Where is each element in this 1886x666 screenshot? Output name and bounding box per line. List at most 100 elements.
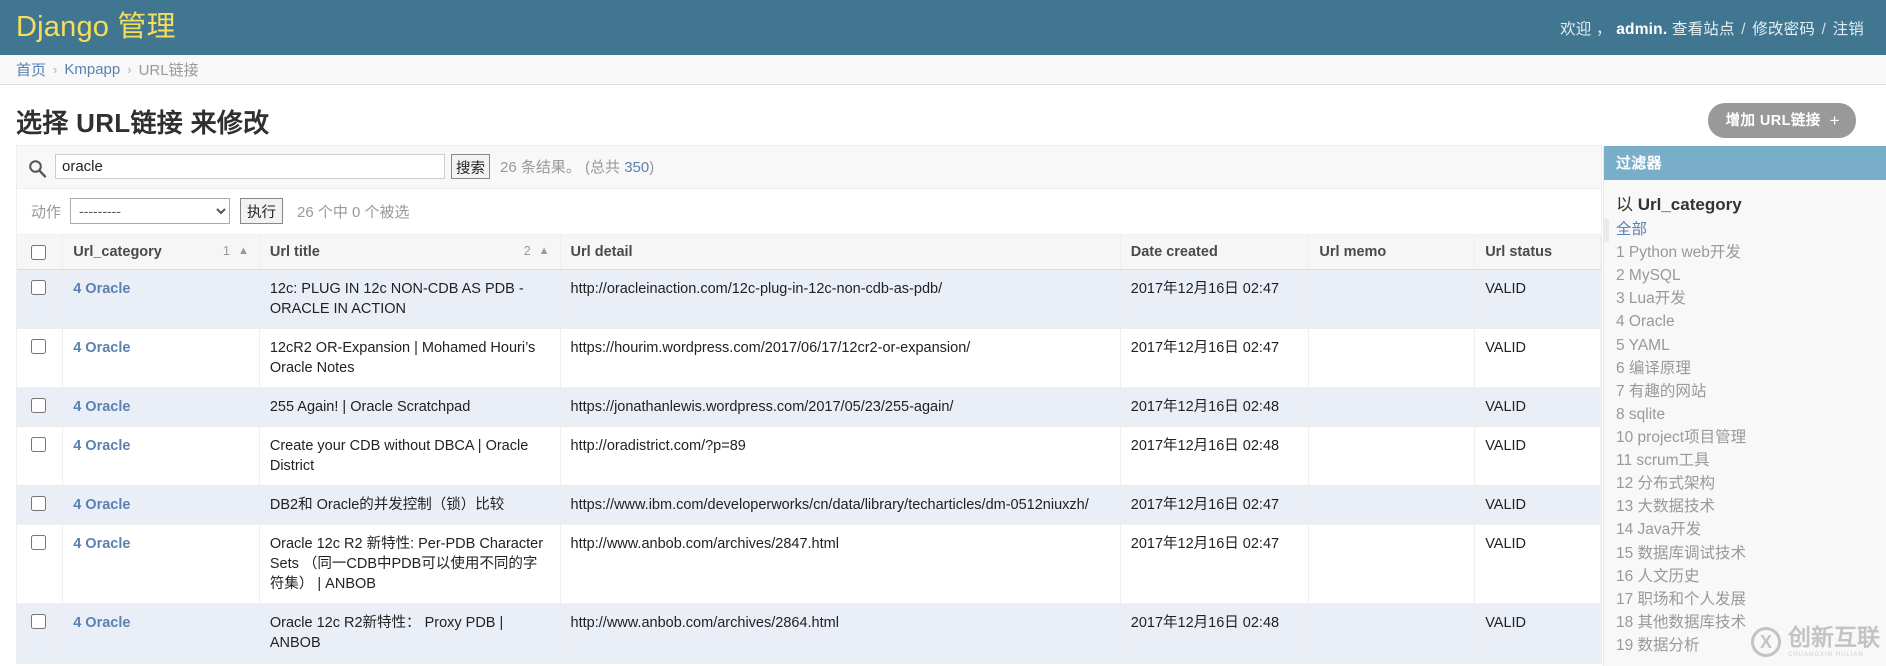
cell-url-status: VALID [1474,603,1601,663]
search-icon [27,158,47,178]
filter-option-link[interactable]: 8 sqlite [1616,404,1886,427]
change-password-link[interactable]: 修改密码 [1752,21,1815,38]
cell-url-status: VALID [1474,387,1601,427]
row-select-cell [17,387,64,427]
column-label-url-category[interactable]: Url_category [73,244,162,260]
column-header-url-status[interactable]: Url status [1474,235,1601,270]
add-url-link-button[interactable]: 增加 URL链接 + [1707,103,1856,138]
filter-option: 2 MySQL [1604,265,1886,288]
url-category-link[interactable]: 4 Oracle [73,281,130,297]
page-root: Django 管理 欢迎 ， admin. 查看站点 / 修改密码 / 注销 首… [0,0,1886,666]
filter-option: 13 大数据技术 [1604,496,1886,519]
cell-url-detail: https://hourim.wordpress.com/2017/06/17/… [560,328,1121,388]
filter-option: 3 Lua开发 [1604,288,1886,311]
sort-asc-icon-2[interactable]: ▲ [533,244,550,257]
select-all-checkbox[interactable] [31,245,46,260]
results-table-head: ▲ 1 Url_category ▲ 2 Url title Url detai… [17,235,1601,270]
cell-url-detail: http://oradistrict.com/?p=89 [560,426,1121,486]
cell-url-memo [1308,603,1476,663]
cell-url-title: Oracle 12c R2 新特性: Per-PDB Character Set… [259,524,561,604]
search-input[interactable] [55,154,445,179]
table-row: 4 Oracle 255 Again! | Oracle Scratchpad ht… [17,387,1601,427]
filter-option-link[interactable]: 5 YAML [1616,335,1886,358]
filter-option-link[interactable]: 13 大数据技术 [1616,496,1886,519]
filter-option-link[interactable]: 4 Oracle [1616,311,1886,334]
row-select-checkbox[interactable] [31,280,46,295]
filter-option-link[interactable]: 7 有趣的网站 [1616,381,1886,404]
column-header-url-detail[interactable]: Url detail [560,235,1121,270]
cell-url-detail: https://www.ibm.com/developerworks/cn/da… [560,485,1121,525]
plus-icon: + [1829,111,1840,130]
row-select-cell [17,328,64,388]
column-header-url-title[interactable]: ▲ 2 Url title [259,235,561,270]
cell-date-created: 2017年12月16日 02:48 [1120,603,1310,663]
url-category-link[interactable]: 4 Oracle [73,615,130,631]
filter-option-link[interactable]: 15 数据库调试技术 [1616,543,1886,566]
breadcrumb-home[interactable]: 首页 [16,59,46,80]
table-row: 4 Oracle Create your CDB without DBCA | O… [17,426,1601,486]
column-header-url-category[interactable]: ▲ 1 Url_category [62,235,260,270]
cell-url-category: 4 Oracle [62,485,260,525]
actions-bar: 动作 --------- 执行 26 个中 0 个被选 [17,189,1601,235]
column-label-date-created[interactable]: Date created [1131,244,1218,260]
filter-option-link[interactable]: 12 分布式架构 [1616,473,1886,496]
site-title[interactable]: Django 管理 [16,13,176,42]
search-submit-button[interactable]: 搜索 [451,154,490,179]
cell-url-category: 4 Oracle [62,387,260,427]
breadcrumb-app[interactable]: Kmpapp [64,61,120,78]
table-row: 4 Oracle 12cR2 OR-Expansion | Mohamed Hou… [17,328,1601,388]
column-label-url-status[interactable]: Url status [1485,244,1552,260]
action-go-button[interactable]: 执行 [240,198,284,224]
cell-date-created: 2017年12月16日 02:47 [1120,328,1310,388]
view-site-link[interactable]: 查看站点 [1672,21,1735,38]
total-count-link[interactable]: 350 [624,159,649,176]
changelist-module: 搜索 26 条结果。 (总共 350) 动作 --------- 执行 26 个… [16,145,1886,666]
row-select-checkbox[interactable] [31,496,46,511]
column-header-date-created[interactable]: Date created [1120,235,1310,270]
action-select[interactable]: --------- [70,198,231,224]
row-select-checkbox[interactable] [31,437,46,452]
filter-group-field: Url_category [1637,195,1742,214]
cell-url-memo [1308,269,1476,329]
row-select-checkbox[interactable] [31,614,46,629]
filter-heading: 过滤器 [1604,146,1886,180]
filter-option-link[interactable]: 19 数据分析 [1616,635,1886,658]
filter-option-link[interactable]: 10 project项目管理 [1616,427,1886,450]
url-category-link[interactable]: 4 Oracle [73,399,130,415]
logout-link[interactable]: 注销 [1833,21,1864,38]
filter-option-link[interactable]: 2 MySQL [1616,265,1886,288]
cell-url-title: DB2和 Oracle的并发控制（锁）比较 [259,485,561,525]
column-label-url-title[interactable]: Url title [270,244,320,260]
row-select-checkbox[interactable] [31,398,46,413]
url-category-link[interactable]: 4 Oracle [73,340,130,356]
filter-option-link[interactable]: 17 职场和个人发展 [1616,589,1886,612]
cell-url-title: 12c: PLUG IN 12c NON-CDB AS PDB - ORACLE… [259,269,561,329]
cell-url-detail: http://www.anbob.com/archives/2847.html [560,524,1121,604]
row-select-checkbox[interactable] [31,339,46,354]
filter-group-prefix: 以 [1616,195,1633,214]
filter-option-link[interactable]: 全部 [1616,219,1886,242]
sort-priority-1: 1 [223,244,230,258]
filter-option: 4 Oracle [1604,311,1886,334]
column-label-url-memo[interactable]: Url memo [1319,244,1386,260]
filter-option: 6 编译原理 [1604,358,1886,381]
page-title: 选择 URL链接 来修改 [16,108,270,138]
row-select-checkbox[interactable] [31,535,46,550]
cell-url-memo [1308,426,1476,486]
filter-option-link[interactable]: 14 Java开发 [1616,519,1886,542]
filter-option-link[interactable]: 18 其他数据库技术 [1616,612,1886,635]
filter-option-link[interactable]: 3 Lua开发 [1616,288,1886,311]
row-select-cell [17,426,64,486]
sort-asc-icon[interactable]: ▲ [232,244,249,257]
filter-option-link[interactable]: 16 人文历史 [1616,566,1886,589]
cell-url-memo [1308,387,1476,427]
filter-option-link[interactable]: 11 scrum工具 [1616,450,1886,473]
filter-option-link[interactable]: 1 Python web开发 [1616,242,1886,265]
cell-url-detail: https://jonathanlewis.wordpress.com/2017… [560,387,1121,427]
url-category-link[interactable]: 4 Oracle [73,536,130,552]
url-category-link[interactable]: 4 Oracle [73,497,130,513]
column-label-url-detail[interactable]: Url detail [571,244,633,260]
url-category-link[interactable]: 4 Oracle [73,438,130,454]
column-header-url-memo[interactable]: Url memo [1308,235,1476,270]
filter-option-link[interactable]: 6 编译原理 [1616,358,1886,381]
